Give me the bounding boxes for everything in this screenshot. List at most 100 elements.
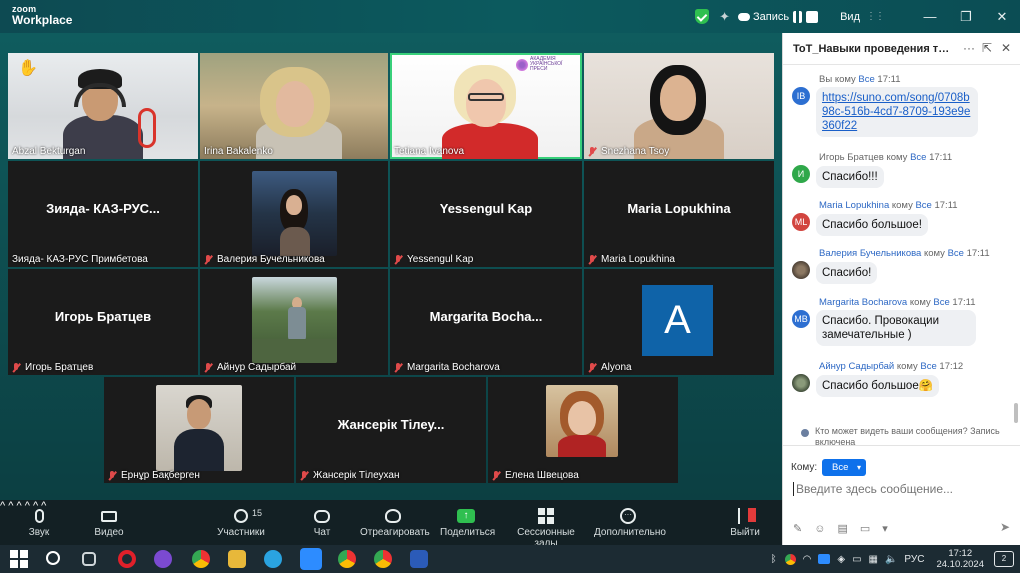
chat-panel: ToT_Навыки проведения трени... ··· ⇱ ✕ В…	[782, 33, 1020, 545]
video-tile[interactable]: Жансерік Тілеу... Жансерік Тілеухан	[296, 377, 486, 483]
stop-recording-icon[interactable]	[806, 10, 819, 23]
avatar: ML	[792, 213, 810, 231]
more-button[interactable]: ··· Дополнительно	[594, 505, 666, 538]
participant-name: Игорь Братцев	[25, 362, 94, 373]
clock[interactable]: 17:12 24.10.2024	[936, 548, 984, 570]
more-options-icon[interactable]: ···	[963, 41, 975, 55]
breakout-rooms-button[interactable]: Сессионные залы	[508, 505, 584, 549]
video-tile[interactable]: Елена Швецова	[488, 377, 678, 483]
language-indicator[interactable]: РУС	[904, 554, 924, 565]
video-tile[interactable]: Yessengul Kap Yessengul Kap	[390, 161, 582, 267]
battery-icon[interactable]: ▭	[852, 554, 861, 565]
message-time: 17:11	[952, 297, 976, 308]
video-tile[interactable]: Ернұр Бақберген	[104, 377, 294, 483]
video-gallery: ✋ Abzal Bekturgan Irina Bakalenko АКАДЕМ…	[0, 33, 782, 500]
message-input[interactable]	[793, 482, 1003, 496]
chevron-down-icon: ▾	[857, 463, 862, 472]
opera-icon[interactable]	[118, 550, 136, 568]
send-icon[interactable]: ➤	[1000, 520, 1010, 534]
participants-options-caret[interactable]: ^	[16, 500, 21, 512]
message-recipient: Все	[910, 152, 927, 163]
zoom-tray-icon[interactable]	[818, 554, 831, 564]
video-tile[interactable]: Айнур Садырбай	[200, 269, 388, 375]
chrome-icon[interactable]	[192, 550, 210, 568]
message-recipient: Все	[915, 200, 932, 211]
meeting-controls: Звук ^ Видео ^ Участники 15 ^ Чат ^ Отре…	[0, 500, 782, 549]
participants-icon	[234, 509, 248, 523]
chat-scrollbar[interactable]	[1014, 403, 1018, 423]
view-button[interactable]: Вид	[840, 11, 860, 23]
viber-icon[interactable]	[154, 550, 172, 568]
message-time: 17:11	[929, 152, 953, 163]
close-chat-icon[interactable]: ✕	[1001, 41, 1011, 55]
chat-button[interactable]: Чат	[310, 505, 334, 538]
network-icon[interactable]: ▦	[869, 554, 878, 565]
participant-avatar: A	[642, 285, 713, 356]
minimize-icon[interactable]: —	[912, 9, 948, 24]
clock-time: 17:12	[948, 548, 973, 559]
pause-recording-icon[interactable]	[793, 10, 803, 23]
raised-hand-icon: ✋	[18, 60, 38, 77]
notifications-icon[interactable]: 2	[994, 551, 1014, 567]
recipient-dropdown[interactable]: Все ▾	[822, 459, 866, 476]
video-label: Видео	[94, 527, 124, 538]
task-view-icon[interactable]	[82, 552, 96, 566]
leave-label: Выйти	[730, 527, 760, 538]
grid-icon: ⋮⋮	[866, 11, 885, 22]
participants-label: Участники	[217, 527, 265, 538]
video-tile[interactable]: Margarita Bocha... Margarita Bocharova	[390, 269, 582, 375]
chevron-down-icon[interactable]: ▾	[882, 523, 900, 535]
reactions-icon	[385, 509, 401, 523]
ai-companion-icon[interactable]: ✦	[719, 9, 730, 25]
windows-start-icon[interactable]	[10, 550, 28, 568]
volume-icon[interactable]: 🔈	[885, 554, 897, 565]
word-icon[interactable]	[410, 550, 428, 568]
participant-name: Yessengul Kap	[407, 254, 474, 265]
video-tile-active-speaker[interactable]: АКАДЕМІЯ УКРАЇНСЬКОЇ ПРЕСИ Tetiana Ivano…	[390, 53, 582, 159]
brand-line2: Workplace	[12, 13, 73, 27]
participant-name: Alyona	[601, 362, 632, 373]
close-icon[interactable]: ✕	[984, 9, 1020, 25]
participant-display-name: Margarita Bocha...	[429, 309, 543, 324]
video-tile[interactable]: Валерия Бучельникова	[200, 161, 388, 267]
maximize-icon[interactable]: ❐	[948, 9, 984, 25]
message-time: 17:11	[934, 200, 958, 211]
zoom-taskbar-icon[interactable]	[300, 548, 322, 570]
participant-name: Жансерік Тілеухан	[313, 470, 400, 481]
video-tile[interactable]: ✋ Abzal Bekturgan	[8, 53, 198, 159]
wifi-icon[interactable]: ◠	[803, 554, 812, 565]
explorer-icon[interactable]	[228, 550, 246, 568]
pop-out-icon[interactable]: ⇱	[982, 41, 992, 55]
screenshot-icon[interactable]: ▭	[860, 523, 882, 535]
participant-name: Maria Lopukhina	[601, 254, 675, 265]
muted-mic-icon	[588, 362, 597, 373]
share-button[interactable]: ↑ Поделиться	[440, 505, 495, 538]
file-icon[interactable]: ▤	[837, 523, 859, 535]
audio-options-caret[interactable]: ^	[0, 500, 5, 512]
shield-icon[interactable]: ◈	[837, 554, 845, 565]
format-icon[interactable]: ✎	[793, 523, 814, 535]
bluetooth-icon[interactable]: ᛒ	[771, 554, 777, 565]
video-tile[interactable]: Irina Bakalenko	[200, 53, 388, 159]
video-tile[interactable]: Зияда- КАЗ-РУС... Зияда- КАЗ-РУС Примбет…	[8, 161, 198, 267]
leave-button[interactable]: Выйти	[730, 505, 760, 538]
video-tile[interactable]: Maria Lopukhina Maria Lopukhina	[584, 161, 774, 267]
chrome-tray-icon[interactable]	[784, 553, 796, 565]
audio-button[interactable]: Звук	[24, 505, 54, 538]
message-link[interactable]: https://suno.com/song/0708b 98c-516b-4cd7…	[822, 92, 970, 132]
recording-indicator[interactable]: Запись	[738, 10, 819, 23]
encryption-shield-icon[interactable]	[695, 9, 710, 24]
chat-icon	[314, 509, 330, 523]
video-tile[interactable]: Игорь Братцев Игорь Братцев	[8, 269, 198, 375]
emoji-icon[interactable]: ☺	[814, 523, 837, 535]
chrome-icon[interactable]	[374, 550, 392, 568]
chat-title: ToT_Навыки проведения трени...	[793, 43, 953, 55]
video-options-caret[interactable]: ^	[8, 500, 13, 512]
react-button[interactable]: Отреагировать	[360, 505, 430, 538]
video-button[interactable]: Видео	[92, 505, 126, 538]
chrome-icon[interactable]	[338, 550, 356, 568]
telegram-icon[interactable]	[264, 550, 282, 568]
search-icon[interactable]	[46, 551, 60, 565]
avatar: IB	[792, 87, 810, 105]
video-tile[interactable]: Snezhana Tsoy	[584, 53, 774, 159]
